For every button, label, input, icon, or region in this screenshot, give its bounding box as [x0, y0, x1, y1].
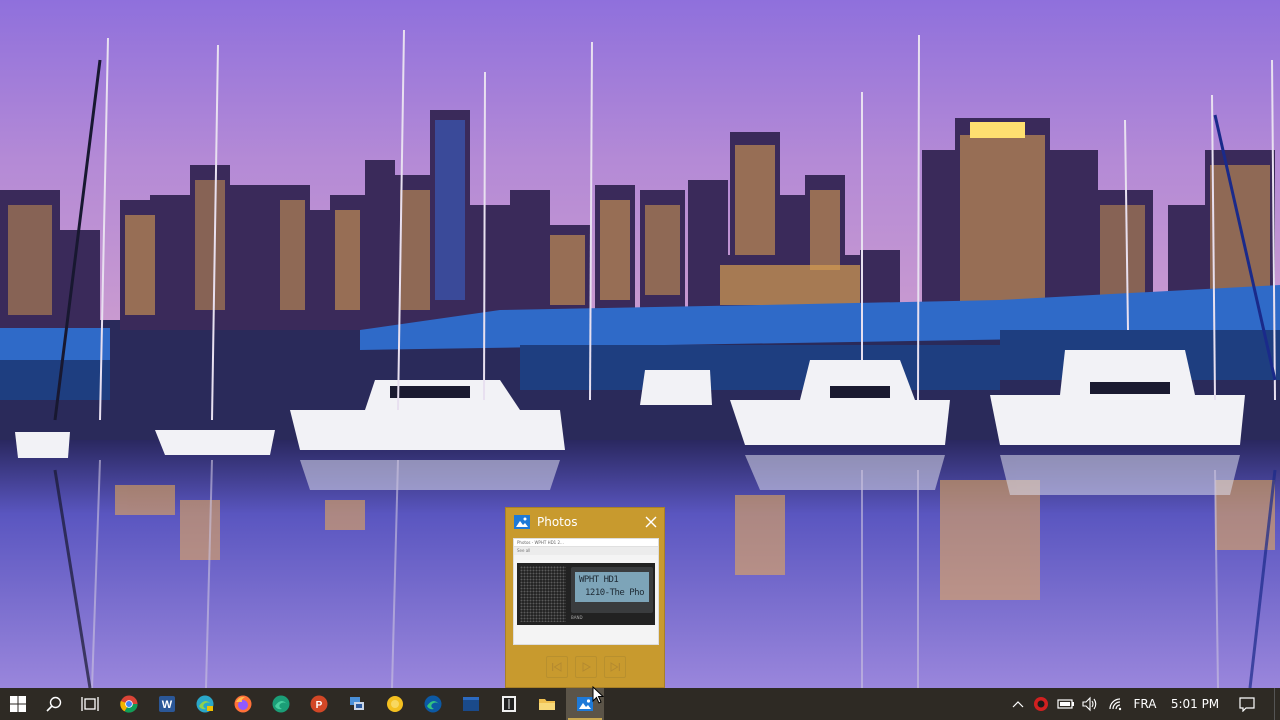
lcd-line-2: 1210-The Pho [585, 588, 645, 598]
taskbar-remote-app[interactable] [338, 688, 376, 720]
svg-text:W: W [162, 699, 173, 711]
taskbar: W P FRA 5:01 PM [0, 688, 1280, 720]
preview-app-title: Photos [537, 515, 578, 529]
svg-text:P: P [316, 700, 323, 711]
radio-photo: WPHT HD1 1210-The Pho BAND [517, 563, 655, 625]
tray-battery[interactable] [1054, 688, 1078, 720]
task-view-button[interactable] [72, 688, 108, 720]
edge-icon [424, 695, 442, 713]
terminal-icon [502, 696, 516, 712]
next-button[interactable] [604, 656, 626, 678]
edge-dev-icon [272, 695, 290, 713]
lcd-line-1: WPHT HD1 [579, 575, 619, 585]
chrome-icon [120, 695, 138, 713]
windows-logo-icon [10, 696, 26, 712]
wifi-icon [1109, 698, 1122, 711]
volume-icon [1082, 696, 1097, 712]
blue-window-icon [463, 697, 479, 711]
taskbar-firefox[interactable] [224, 688, 262, 720]
play-icon [582, 662, 592, 672]
language-indicator: FRA [1133, 697, 1157, 711]
preview-close-button[interactable] [641, 512, 661, 532]
chevron-up-icon [1012, 701, 1024, 708]
mouse-cursor-icon [592, 686, 604, 704]
taskbar-edge-canary[interactable] [186, 688, 224, 720]
taskbar-terminal-app[interactable] [490, 688, 528, 720]
preview-header: Photos [506, 508, 666, 536]
taskbar-word[interactable]: W [148, 688, 186, 720]
thumbnail-toolbar: See all [514, 547, 658, 555]
preview-window-thumbnail[interactable]: Photos - WPHT HD1 2... See all WPHT HD1 … [513, 538, 659, 645]
remote-app-icon [350, 697, 364, 710]
close-icon [645, 516, 657, 528]
folder-icon [539, 699, 555, 710]
task-view-icon [81, 697, 99, 711]
security-app-icon [1034, 697, 1048, 711]
edge-canary-icon [196, 695, 214, 713]
search-button[interactable] [36, 688, 72, 720]
thumbnail-toolbar-text: See all [517, 548, 531, 553]
show-hidden-icons-button[interactable] [1008, 688, 1028, 720]
battery-icon [1057, 699, 1074, 709]
taskbar-edge-dev[interactable] [262, 688, 300, 720]
start-button[interactable] [0, 688, 36, 720]
taskbar-powerpoint[interactable]: P [300, 688, 338, 720]
taskbar-yellow-app[interactable] [376, 688, 414, 720]
radio-lcd-panel: WPHT HD1 1210-The Pho [571, 567, 653, 613]
radio-lcd-screen: WPHT HD1 1210-The Pho [575, 572, 649, 602]
play-button[interactable] [575, 656, 597, 678]
taskbar-edge[interactable] [414, 688, 452, 720]
tray-language[interactable]: FRA [1130, 688, 1160, 720]
photos-taskbar-preview[interactable]: Photos Photos - WPHT HD1 2... See all WP… [505, 507, 665, 688]
powerpoint-icon: P [310, 695, 328, 713]
firefox-icon [234, 695, 252, 713]
preview-media-controls [546, 656, 626, 678]
yellow-circle-icon [387, 696, 403, 712]
taskbar-file-explorer[interactable] [528, 688, 566, 720]
clock-time: 5:01 PM [1170, 697, 1220, 711]
previous-button[interactable] [546, 656, 568, 678]
show-desktop-button[interactable] [1274, 688, 1280, 720]
band-label: BAND [571, 615, 583, 620]
taskbar-chrome[interactable] [110, 688, 148, 720]
search-icon [46, 696, 62, 712]
next-icon [610, 662, 620, 672]
taskbar-blue-window-app[interactable] [452, 688, 490, 720]
previous-icon [552, 662, 562, 672]
tray-volume[interactable] [1078, 688, 1102, 720]
notification-icon [1239, 697, 1255, 712]
tray-network[interactable] [1104, 688, 1128, 720]
word-icon: W [159, 696, 175, 712]
action-center-button[interactable] [1234, 688, 1260, 720]
speaker-grille [520, 566, 566, 622]
photos-app-icon [514, 515, 530, 529]
thumbnail-title-text: Photos - WPHT HD1 2... [517, 540, 564, 545]
tray-clock[interactable]: 5:01 PM [1164, 688, 1226, 720]
tray-security-app[interactable] [1030, 688, 1052, 720]
thumbnail-title-bar: Photos - WPHT HD1 2... [514, 539, 658, 547]
